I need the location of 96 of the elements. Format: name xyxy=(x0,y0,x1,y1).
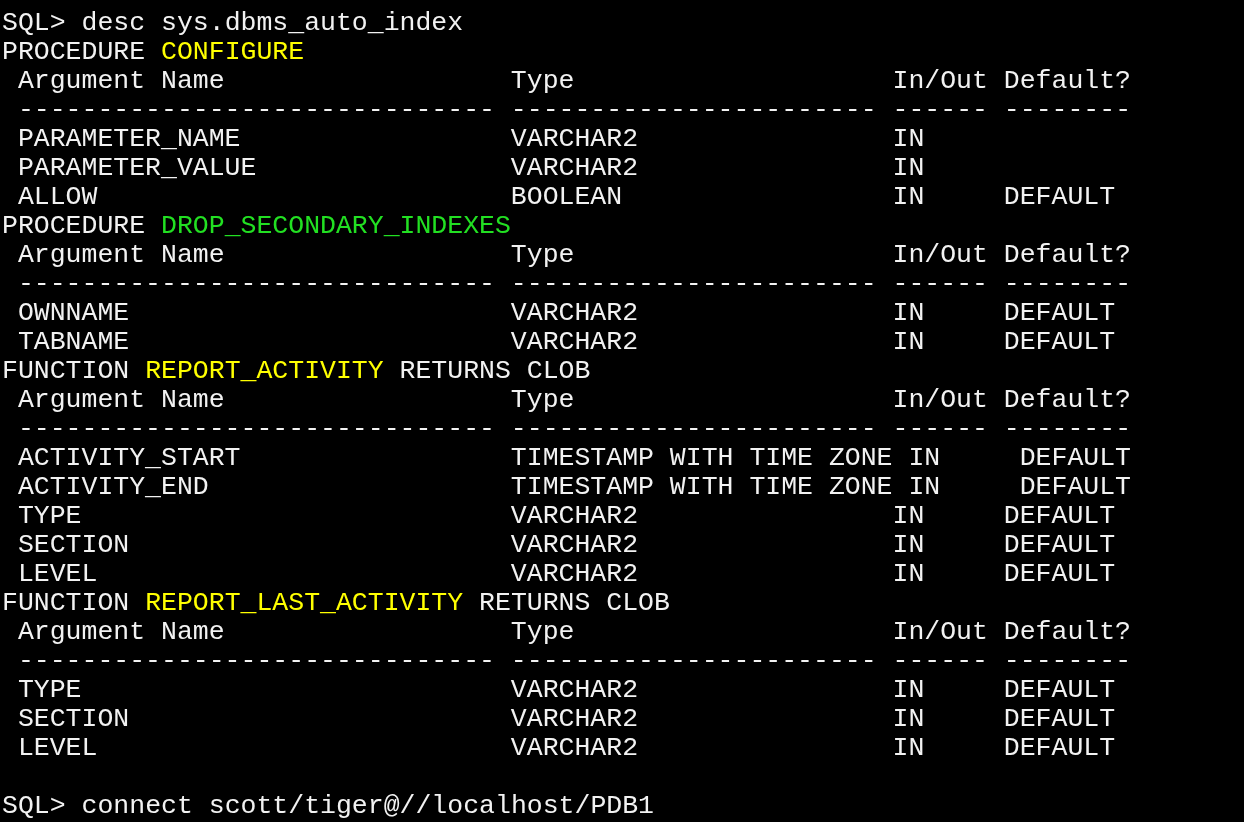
argument-direction: IN xyxy=(892,182,925,212)
argument-name: ACTIVITY_END xyxy=(17,472,209,502)
command-text: desc sys.dbms_auto_index xyxy=(81,9,464,38)
argument-type: BOOLEAN xyxy=(510,182,623,212)
argument-type: VARCHAR2 xyxy=(510,124,639,154)
prompt: SQL> xyxy=(2,9,66,38)
argument-direction: IN xyxy=(892,327,925,357)
argument-name: LEVEL xyxy=(17,733,98,763)
column-header: Default? xyxy=(1003,385,1132,415)
header-rule: ----------------------- xyxy=(510,414,877,444)
argument-default: DEFAULT xyxy=(1003,675,1116,705)
object-kind: PROCEDURE xyxy=(2,38,146,67)
column-header: Type xyxy=(510,385,575,415)
argument-type: VARCHAR2 xyxy=(510,298,639,328)
header-rule: -------- xyxy=(1003,95,1132,125)
column-header: Argument Name xyxy=(17,617,225,647)
argument-default: DEFAULT xyxy=(1019,472,1132,502)
column-header: Type xyxy=(510,617,575,647)
argument-type: TIMESTAMP WITH TIME ZONE xyxy=(510,443,893,473)
object-kind: PROCEDURE xyxy=(2,212,146,241)
argument-default: DEFAULT xyxy=(1003,704,1116,734)
return-type: RETURNS CLOB xyxy=(399,357,591,386)
argument-direction: IN xyxy=(908,443,941,473)
prompt: SQL> xyxy=(2,792,66,821)
argument-type: VARCHAR2 xyxy=(510,559,639,589)
column-header: In/Out xyxy=(892,66,988,96)
column-header: Argument Name xyxy=(17,385,225,415)
argument-name: OWNNAME xyxy=(17,298,130,328)
header-rule: ------------------------------ xyxy=(17,646,495,676)
return-type: RETURNS CLOB xyxy=(479,589,670,618)
argument-type: VARCHAR2 xyxy=(510,530,639,560)
argument-name: ACTIVITY_START xyxy=(17,443,241,473)
header-rule: -------- xyxy=(1003,414,1132,444)
column-header: Argument Name xyxy=(17,66,225,96)
argument-direction: IN xyxy=(892,559,925,589)
header-rule: ----------------------- xyxy=(510,646,877,676)
column-header: In/Out xyxy=(892,617,988,647)
argument-direction: IN xyxy=(892,704,925,734)
argument-name: TYPE xyxy=(17,501,82,531)
argument-name: TYPE xyxy=(17,675,82,705)
header-rule: ------------------------------ xyxy=(17,269,495,299)
object-name: REPORT_LAST_ACTIVITY xyxy=(145,589,464,618)
argument-direction: IN xyxy=(892,733,925,763)
column-header: Argument Name xyxy=(17,240,225,270)
argument-direction: IN xyxy=(908,472,941,502)
argument-type: TIMESTAMP WITH TIME ZONE xyxy=(510,472,893,502)
column-header: Default? xyxy=(1003,617,1132,647)
argument-direction: IN xyxy=(892,501,925,531)
argument-default: DEFAULT xyxy=(1003,182,1116,212)
argument-direction: IN xyxy=(892,530,925,560)
header-rule: ------------------------------ xyxy=(17,414,495,444)
column-header: Default? xyxy=(1003,240,1132,270)
header-rule: ----------------------- xyxy=(510,269,877,299)
argument-name: LEVEL xyxy=(17,559,98,589)
header-rule: ------------------------------ xyxy=(17,95,495,125)
column-header: In/Out xyxy=(892,240,988,270)
object-name: REPORT_ACTIVITY xyxy=(145,357,384,386)
argument-direction: IN xyxy=(892,124,925,154)
header-rule: ------ xyxy=(892,269,988,299)
argument-name: ALLOW xyxy=(17,182,98,212)
argument-type: VARCHAR2 xyxy=(510,327,639,357)
argument-type: VARCHAR2 xyxy=(510,733,639,763)
argument-type: VARCHAR2 xyxy=(510,501,639,531)
argument-default: DEFAULT xyxy=(1003,298,1116,328)
argument-direction: IN xyxy=(892,153,925,183)
column-header: Type xyxy=(510,66,575,96)
header-rule: ------ xyxy=(892,95,988,125)
argument-default: DEFAULT xyxy=(1003,733,1116,763)
header-rule: ------ xyxy=(892,414,988,444)
header-rule: -------- xyxy=(1003,646,1132,676)
argument-default: DEFAULT xyxy=(1003,327,1116,357)
argument-name: SECTION xyxy=(17,704,130,734)
argument-direction: IN xyxy=(892,298,925,328)
argument-default: DEFAULT xyxy=(1003,559,1116,589)
argument-direction: IN xyxy=(892,675,925,705)
column-header: In/Out xyxy=(892,385,988,415)
header-rule: -------- xyxy=(1003,269,1132,299)
argument-name: SECTION xyxy=(17,530,130,560)
command-text: connect scott/tiger@//localhost/PDB1 xyxy=(81,792,654,821)
argument-type: VARCHAR2 xyxy=(510,704,639,734)
argument-name: TABNAME xyxy=(17,327,130,357)
column-header: Type xyxy=(510,240,575,270)
argument-default: DEFAULT xyxy=(1019,443,1132,473)
argument-default: DEFAULT xyxy=(1003,501,1116,531)
object-kind: FUNCTION xyxy=(2,589,130,618)
argument-type: VARCHAR2 xyxy=(510,153,639,183)
argument-name: PARAMETER_VALUE xyxy=(17,153,257,183)
column-header: Default? xyxy=(1003,66,1132,96)
object-name: CONFIGURE xyxy=(161,38,305,67)
argument-type: VARCHAR2 xyxy=(510,675,639,705)
argument-name: PARAMETER_NAME xyxy=(17,124,241,154)
argument-default: DEFAULT xyxy=(1003,530,1116,560)
header-rule: ------ xyxy=(892,646,988,676)
object-kind: FUNCTION xyxy=(2,357,130,386)
object-name: DROP_SECONDARY_INDEXES xyxy=(161,212,511,241)
header-rule: ----------------------- xyxy=(510,95,877,125)
